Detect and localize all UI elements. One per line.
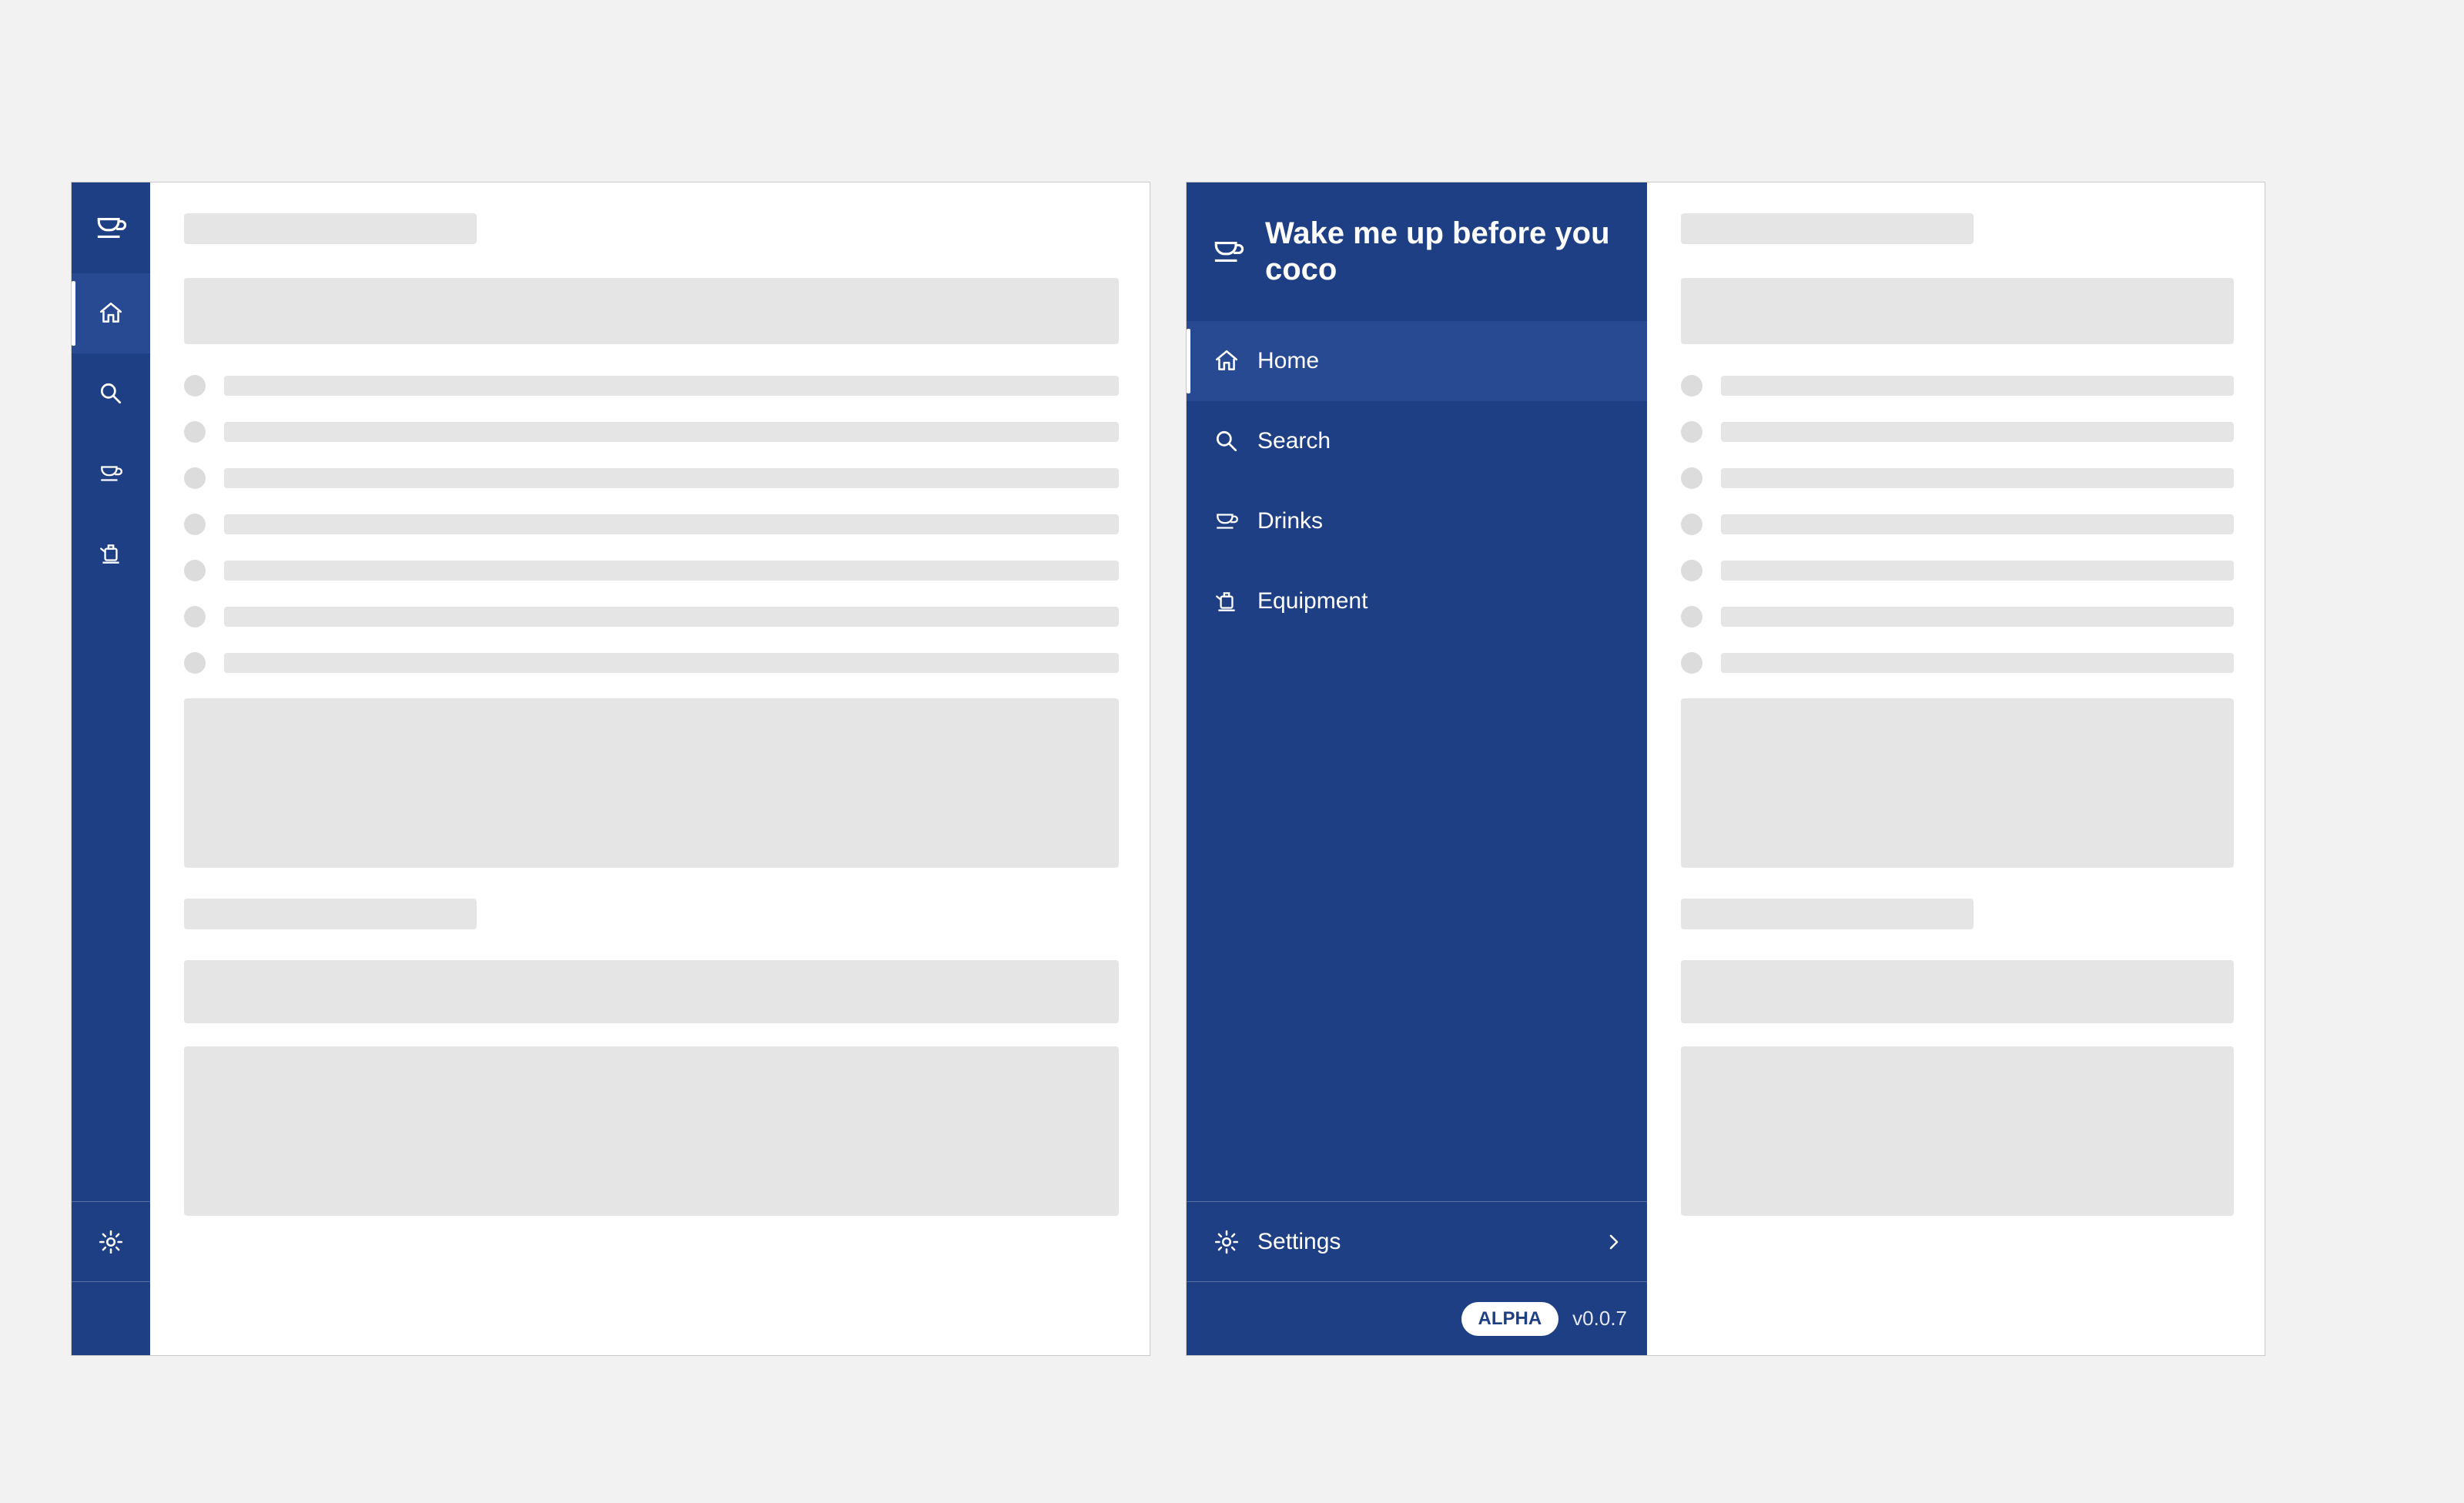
home-icon xyxy=(97,300,125,327)
placeholder-list-row xyxy=(1681,606,2234,628)
kettle-icon xyxy=(1213,587,1240,615)
sidebar-nav xyxy=(72,273,150,594)
placeholder-list-row xyxy=(184,514,1119,535)
sidebar-item-label: Equipment xyxy=(1257,588,1368,614)
placeholder-list-row xyxy=(184,421,1119,443)
chevron-right-icon xyxy=(1604,1232,1624,1252)
placeholder-title xyxy=(184,899,477,929)
sidebar-item-home[interactable]: Home xyxy=(1187,321,1647,401)
placeholder-list-row xyxy=(184,560,1119,581)
version-text: v0.0.7 xyxy=(1572,1307,1627,1331)
placeholder-list-row xyxy=(1681,421,2234,443)
gear-icon xyxy=(1213,1228,1240,1256)
sidebar-footer-spacer xyxy=(72,1281,150,1355)
sidebar-item-home[interactable] xyxy=(72,273,150,353)
placeholder-band xyxy=(1681,960,2234,1023)
content-area xyxy=(1647,182,2265,1355)
app-header: Wake me up before you coco xyxy=(1187,182,1647,321)
placeholder-list-row xyxy=(1681,652,2234,674)
cup-icon xyxy=(1213,507,1240,535)
placeholder-list-row xyxy=(1681,560,2234,581)
placeholder-list-row xyxy=(1681,514,2234,535)
placeholder-block xyxy=(1681,698,2234,868)
sidebar-item-search[interactable] xyxy=(72,353,150,433)
placeholder-list-row xyxy=(184,375,1119,397)
sidebar-item-label: Drinks xyxy=(1257,508,1323,534)
placeholder-list-row xyxy=(184,467,1119,489)
sidebar-item-label: Settings xyxy=(1257,1229,1604,1255)
cup-icon xyxy=(97,460,125,487)
search-icon xyxy=(97,380,125,407)
search-icon xyxy=(1213,427,1240,455)
sidebar-collapsed xyxy=(72,182,150,1355)
app-logo xyxy=(72,182,150,273)
placeholder-band xyxy=(1681,278,2234,344)
placeholder-title xyxy=(1681,899,1974,929)
sidebar-item-label: Search xyxy=(1257,428,1331,454)
app-window-expanded: Wake me up before you coco Home Search xyxy=(1186,182,2265,1356)
placeholder-band xyxy=(184,278,1119,344)
sidebar-item-label: Home xyxy=(1257,348,1319,374)
placeholder-block xyxy=(184,698,1119,868)
placeholder-block xyxy=(1681,1046,2234,1216)
sidebar-item-equipment[interactable]: Equipment xyxy=(1187,561,1647,641)
sidebar-item-settings[interactable] xyxy=(72,1201,150,1281)
placeholder-list-row xyxy=(184,606,1119,628)
placeholder-block xyxy=(184,1046,1119,1216)
sidebar-nav: Home Search Drinks xyxy=(1187,321,1647,641)
sidebar-item-drinks[interactable] xyxy=(72,433,150,514)
sidebar-item-drinks[interactable]: Drinks xyxy=(1187,481,1647,561)
content-area xyxy=(150,182,1150,1355)
sidebar-item-equipment[interactable] xyxy=(72,514,150,594)
app-window-collapsed xyxy=(71,182,1150,1356)
sidebar-expanded: Wake me up before you coco Home Search xyxy=(1187,182,1647,1355)
placeholder-title xyxy=(184,213,477,244)
placeholder-list-row xyxy=(1681,375,2234,397)
release-badge: ALPHA xyxy=(1461,1302,1559,1336)
placeholder-band xyxy=(184,960,1119,1023)
sidebar-item-search[interactable]: Search xyxy=(1187,401,1647,481)
home-icon xyxy=(1213,347,1240,375)
sidebar-item-settings[interactable]: Settings xyxy=(1187,1201,1647,1281)
placeholder-title xyxy=(1681,213,1974,244)
kettle-icon xyxy=(97,540,125,567)
app-title: Wake me up before you coco xyxy=(1265,216,1625,288)
placeholder-list-row xyxy=(1681,467,2234,489)
sidebar-footer: ALPHA v0.0.7 xyxy=(1187,1281,1647,1355)
gear-icon xyxy=(97,1228,125,1256)
cup-icon xyxy=(1205,229,1251,275)
placeholder-list-row xyxy=(184,652,1119,674)
cup-icon xyxy=(88,205,134,251)
